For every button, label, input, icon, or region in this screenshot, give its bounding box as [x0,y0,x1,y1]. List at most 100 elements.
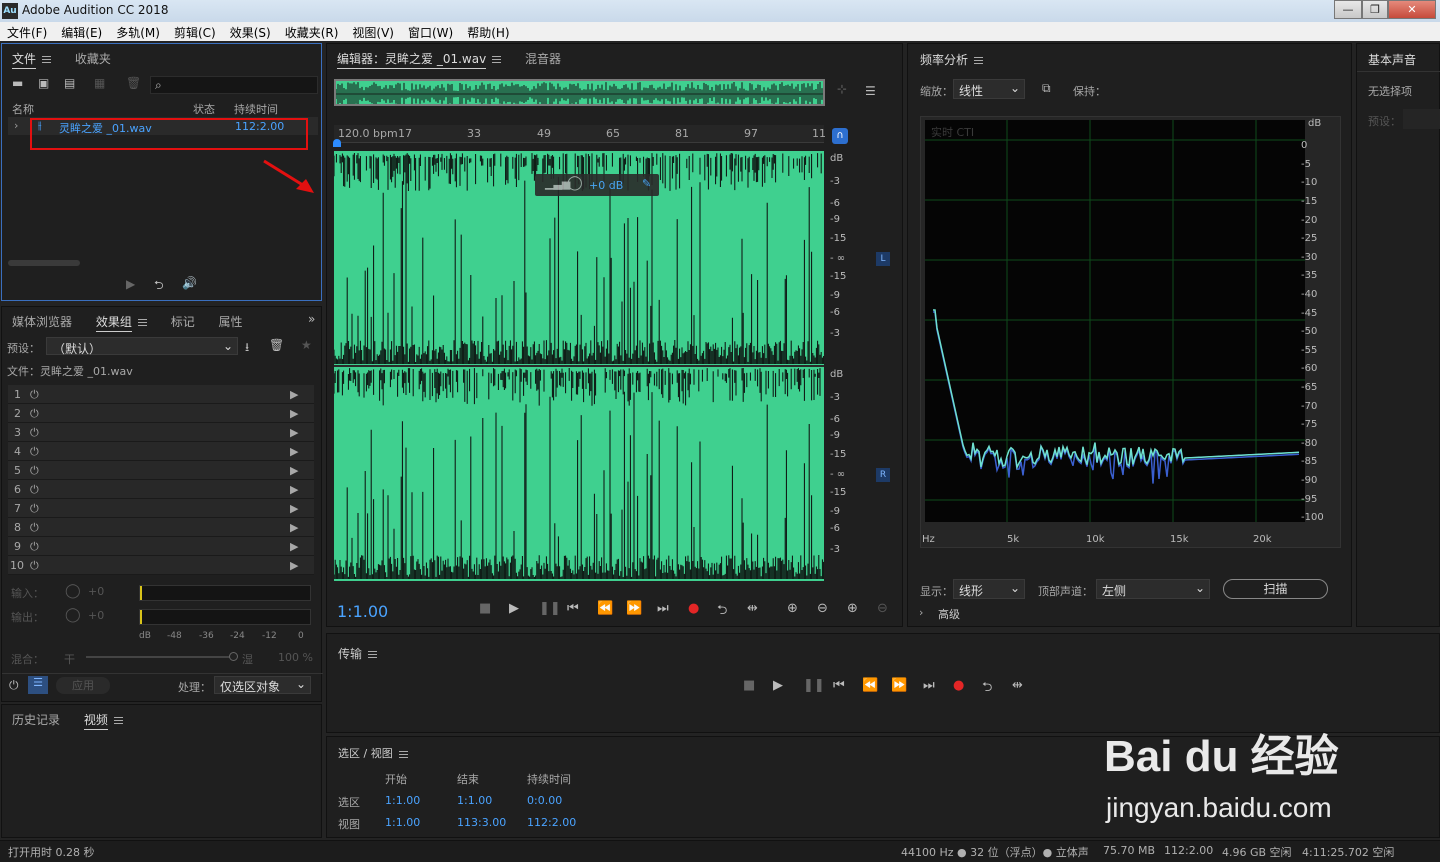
essential-preset-select[interactable] [1403,109,1440,129]
skip-selection-icon[interactable]: ⇹ [1012,678,1023,693]
col-status[interactable]: 状态 [193,101,215,117]
pause-icon[interactable]: ❚❚ [803,678,825,693]
stop-icon[interactable]: ■ [479,601,491,616]
effect-slot[interactable]: 9 ⏻ ▶ [8,537,314,556]
stop-icon[interactable]: ■ [743,678,755,693]
menu-help[interactable]: 帮助(H) [460,22,516,41]
loop-icon[interactable]: ⮌ [982,678,992,700]
spectral-toggle-icon[interactable]: ☰ [865,84,876,98]
record-icon[interactable]: ● [953,678,964,693]
channel-l-button[interactable]: L [876,252,890,266]
effect-slot[interactable]: 7 ⏻ ▶ [8,499,314,518]
zoom-nav-icon[interactable]: ⊹ [837,82,847,96]
zoom-out-time-icon[interactable]: ⊖ [877,601,888,616]
zoom-in-time-icon[interactable]: ⊕ [847,601,858,616]
tab-properties[interactable]: 属性 [209,307,253,334]
menu-icon[interactable] [368,651,378,658]
menu-icon[interactable] [113,717,123,724]
snap-icon[interactable]: ∩ [832,128,848,144]
scan-button[interactable]: 扫描 [1223,579,1328,599]
zoom-out-amplitude-icon[interactable]: ⊖ [817,601,828,616]
autoplay-icon[interactable]: 🔊 [182,276,197,290]
menu-view[interactable]: 视图(V) [345,22,401,41]
volume-knob-icon[interactable]: ◯ [567,175,583,191]
view-start[interactable]: 1:1.00 [385,816,420,829]
menu-file[interactable]: 文件(F) [0,22,54,41]
more-tabs-icon[interactable]: » [308,312,315,326]
tab-history[interactable]: 历史记录 [2,705,70,732]
hud-volume[interactable]: ▁▃▅ ◯ +0 dB ✎ [535,174,659,196]
view-end[interactable]: 113:3.00 [457,816,506,829]
mix-slider[interactable] [86,652,238,661]
col-duration[interactable]: 持续时间 [234,101,278,117]
selection-start[interactable]: 1:1.00 [385,794,420,807]
maximize-button[interactable]: ❐ [1362,0,1388,19]
fast-forward-icon[interactable]: ⏩ [626,601,642,616]
scrollbar[interactable] [8,260,80,266]
menu-icon[interactable] [398,750,408,758]
tab-video[interactable]: 视频 [74,705,133,732]
process-select[interactable]: 仅选区对象 ⌄ [214,676,311,694]
apply-button[interactable]: 应用 [56,677,110,694]
input-knob-icon[interactable]: ◯ [65,583,81,599]
preset-select[interactable]: （默认） ⌄ [46,337,238,356]
display-select[interactable]: 线形 ⌄ [953,579,1025,599]
favorite-star-icon[interactable]: ★ [301,338,312,352]
effect-slot[interactable]: 6 ⏻ ▶ [8,480,314,499]
menu-icon[interactable] [492,56,502,63]
effect-slot[interactable]: 1 ⏻ ▶ [8,385,314,404]
play-icon[interactable]: ▶ [126,277,135,291]
menu-edit[interactable]: 编辑(E) [54,22,109,41]
pause-icon[interactable]: ❚❚ [539,601,561,616]
loop-icon[interactable]: ⮌ [717,601,727,623]
close-button[interactable]: ✕ [1388,0,1436,19]
skip-start-icon[interactable]: ⏮ [833,678,845,693]
open-folder-icon[interactable]: ▬ [12,76,23,90]
menu-effects[interactable]: 效果(S) [223,22,278,41]
time-ruler[interactable]: 120.0 bpm 17 33 49 65 81 97 11 [334,125,826,143]
play-icon[interactable]: ▶ [509,601,519,616]
menu-multitrack[interactable]: 多轨(M) [109,22,167,41]
view-duration[interactable]: 112:2.00 [527,816,576,829]
menu-icon[interactable] [42,56,52,63]
tab-markers[interactable]: 标记 [161,307,205,334]
effect-slot[interactable]: 4 ⏻ ▶ [8,442,314,461]
channel-r-button[interactable]: R [876,468,890,482]
record-icon[interactable]: ● [688,601,699,616]
channel-select[interactable]: 左侧 ⌄ [1096,579,1210,599]
tab-favorites[interactable]: 收藏夹 [65,44,121,71]
tab-files[interactable]: 文件 [2,44,61,71]
play-icon[interactable]: ▶ [773,678,783,693]
skip-end-icon[interactable]: ⏭ [657,601,669,616]
skip-end-icon[interactable]: ⏭ [923,678,935,693]
selection-duration[interactable]: 0:0.00 [527,794,562,807]
playhead-icon[interactable] [333,139,341,147]
advanced-toggle[interactable]: 高级 [938,606,960,622]
chevron-right-icon[interactable]: › [919,606,923,619]
effect-slot[interactable]: 10 ⏻ ▶ [8,556,314,575]
effect-slot[interactable]: 2 ⏻ ▶ [8,404,314,423]
minimize-button[interactable]: — [1334,0,1362,19]
import-icon[interactable]: ▣ [38,76,49,90]
insert-icon[interactable]: ▦ [94,76,105,90]
tab-editor[interactable]: 编辑器：灵眸之爱 _01.wav [327,44,511,71]
tab-media-browser[interactable]: 媒体浏览器 [2,307,82,334]
trash-icon[interactable]: 🗑 [126,76,141,90]
fast-forward-icon[interactable]: ⏩ [891,678,907,693]
zoom-in-amplitude-icon[interactable]: ⊕ [787,601,798,616]
list-toggle-icon[interactable]: ☰ [28,676,48,694]
menu-window[interactable]: 窗口(W) [401,22,460,41]
skip-start-icon[interactable]: ⏮ [567,601,579,616]
expand-icon[interactable]: › [14,119,18,132]
tab-effects-rack[interactable]: 效果组 [86,307,157,334]
current-time[interactable]: 1:1.00 [337,602,388,621]
waveform-display[interactable] [334,151,824,581]
selection-end[interactable]: 1:1.00 [457,794,492,807]
save-preset-icon[interactable]: ⭳ [245,338,249,359]
tab-mixer[interactable]: 混音器 [515,44,571,71]
menu-favorites[interactable]: 收藏夹(R) [278,22,346,41]
loop-icon[interactable]: ⮌ [154,276,164,297]
pin-icon[interactable]: ✎ [642,177,651,190]
effect-slot[interactable]: 8 ⏻ ▶ [8,518,314,537]
col-name[interactable]: 名称 [12,101,34,117]
